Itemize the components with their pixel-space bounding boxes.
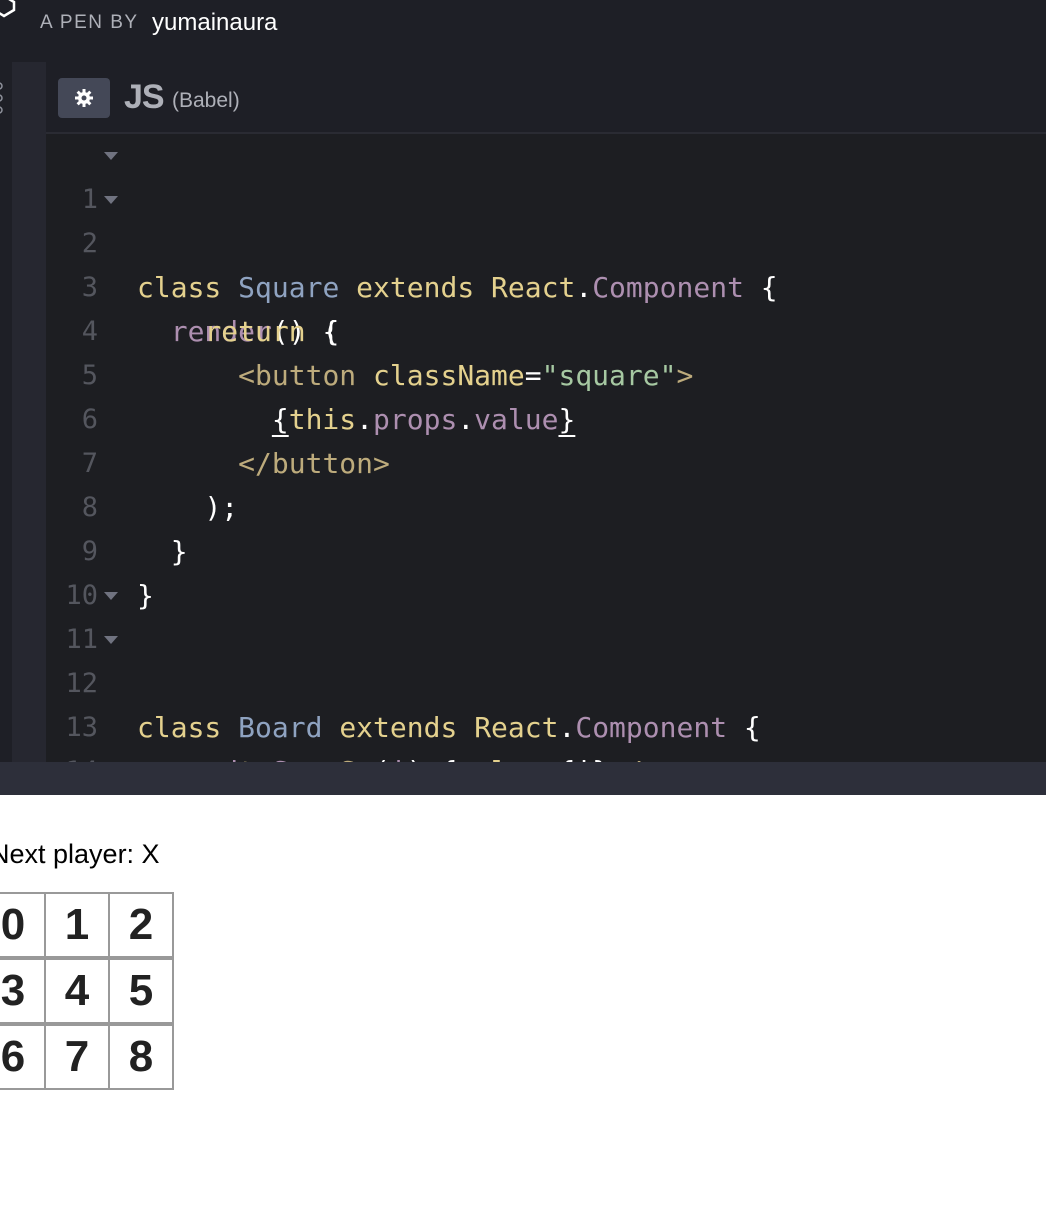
code-line: 3 return ( [46,222,1046,348]
fold-arrow-icon[interactable] [104,592,118,600]
editor-resize-bar[interactable] [0,762,1046,797]
board-row: 6 7 8 [0,1024,174,1090]
square-button[interactable]: 6 [0,1024,46,1090]
fold-arrow-icon[interactable] [104,152,118,160]
js-preprocessor-label: (Babel) [172,89,240,112]
code-line: 13 return <Square value={i} />; [46,662,1046,788]
code-line: 10 [46,530,1046,611]
board-row: 0 1 2 [0,892,174,958]
code-line: 4 <button className="square"> [46,266,1046,392]
square-button[interactable]: 7 [44,1024,110,1090]
code-line: 6 </button> [46,354,1046,480]
js-editor-panel: JS (Babel) 1 class Square extends React.… [46,62,1046,832]
editor-area: JS (Babel) 1 class Square extends React.… [0,62,1046,832]
board-row: 3 4 5 [0,958,174,1024]
game-status: Next player: X [0,839,160,869]
js-panel-header: JS (Babel) [46,62,1046,134]
js-panel-title: JS [124,78,165,116]
code-line: 9 } [46,486,1046,612]
square-button[interactable]: 3 [0,958,46,1024]
code-line: 11 class Board extends React.Component { [46,574,1046,744]
code-line: 12 renderSquare(i) { [46,618,1046,788]
code-line: 8 } [46,442,1046,568]
gear-icon [75,89,93,107]
pen-header: A PEN BY yumainaura [0,0,1046,63]
js-settings-button[interactable] [58,78,110,118]
pen-author-link[interactable]: yumainaura [152,9,277,37]
panel-resizer[interactable] [12,62,46,762]
result-preview: Next player: X 0 1 2 3 4 5 6 7 8 [0,795,1046,1218]
code-line: 14 } [46,706,1046,832]
pen-by-label: A PEN BY [40,12,139,33]
square-button[interactable]: 4 [44,958,110,1024]
fold-arrow-icon[interactable] [104,636,118,644]
codepen-logo-icon[interactable] [0,0,16,18]
codepen-page: A PEN BY yumainaura JS (Babel) 1 class S… [0,0,1046,1218]
square-button[interactable]: 0 [0,892,46,958]
code-line: 1 class Square extends React.Component { [46,134,1046,304]
panel-grip-icon [0,80,4,130]
code-line: 2 render() { [46,178,1046,348]
code-line: 5 {this.props.value} [46,310,1046,436]
square-button[interactable]: 8 [108,1024,174,1090]
square-button[interactable]: 2 [108,892,174,958]
code-editor[interactable]: 1 class Square extends React.Component {… [46,134,1046,832]
square-button[interactable]: 1 [44,892,110,958]
code-line: 7 ); [46,398,1046,524]
fold-arrow-icon[interactable] [104,196,118,204]
square-button[interactable]: 5 [108,958,174,1024]
game-board: 0 1 2 3 4 5 6 7 8 [0,892,174,1090]
